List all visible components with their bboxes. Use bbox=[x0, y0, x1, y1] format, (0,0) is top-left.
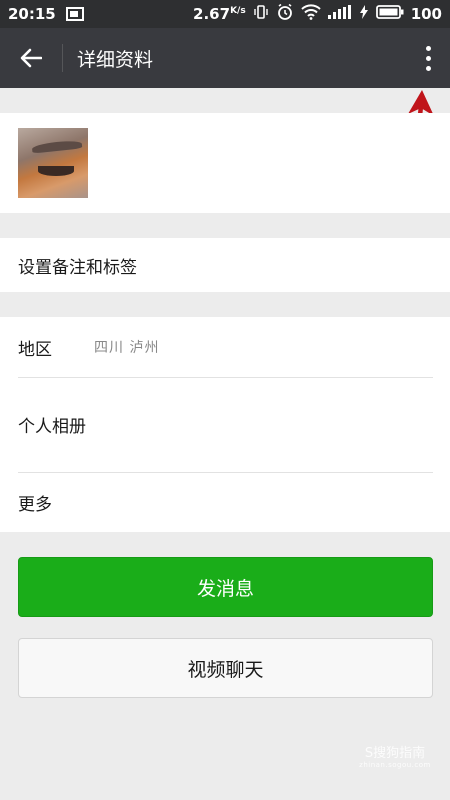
status-time: 20:15 bbox=[8, 5, 56, 23]
set-remark-and-tag-row[interactable]: 设置备注和标签 bbox=[0, 238, 450, 292]
title-divider bbox=[62, 44, 63, 72]
charging-icon bbox=[359, 5, 369, 23]
wifi-icon bbox=[300, 4, 321, 24]
personal-album-row[interactable]: 个人相册 bbox=[0, 377, 450, 472]
profile-card[interactable] bbox=[0, 113, 450, 213]
back-button[interactable] bbox=[0, 28, 62, 88]
battery-icon bbox=[375, 5, 404, 23]
region-value: 四川 泸州 bbox=[94, 340, 160, 356]
title-bar: 详细资料 bbox=[0, 28, 450, 88]
watermark-sub: zhinan.sogou.com bbox=[359, 761, 431, 769]
watermark-main: S搜狗指南 bbox=[364, 746, 426, 761]
battery-level: 100 bbox=[410, 5, 442, 23]
status-bar: 20:15 2.67K/s 100 bbox=[0, 0, 450, 28]
page-title: 详细资料 bbox=[77, 48, 154, 71]
notification-icon bbox=[65, 7, 84, 21]
alarm-icon bbox=[276, 3, 294, 25]
more-info-row[interactable]: 更多 bbox=[0, 472, 450, 532]
watermark: S搜狗指南 zhinan.sogou.com bbox=[350, 742, 440, 776]
region-row: 地区 四川 泸州 bbox=[0, 317, 450, 377]
arrow-left-icon bbox=[20, 48, 42, 68]
avatar[interactable] bbox=[18, 128, 88, 198]
video-chat-button[interactable]: 视频聊天 bbox=[18, 638, 433, 698]
more-vertical-icon bbox=[425, 45, 431, 51]
info-block: 地区 四川 泸州 个人相册 更多 bbox=[0, 317, 450, 532]
album-label: 个人相册 bbox=[18, 417, 86, 437]
send-message-button[interactable]: 发消息 bbox=[18, 557, 433, 617]
region-label: 地区 bbox=[18, 339, 52, 360]
remark-label: 设置备注和标签 bbox=[18, 257, 137, 278]
more-label: 更多 bbox=[18, 494, 52, 515]
net-speed: 2.67K/s bbox=[193, 5, 246, 23]
more-options-button[interactable] bbox=[406, 28, 450, 88]
vibrate-icon bbox=[253, 4, 269, 24]
signal-icon bbox=[327, 5, 352, 23]
